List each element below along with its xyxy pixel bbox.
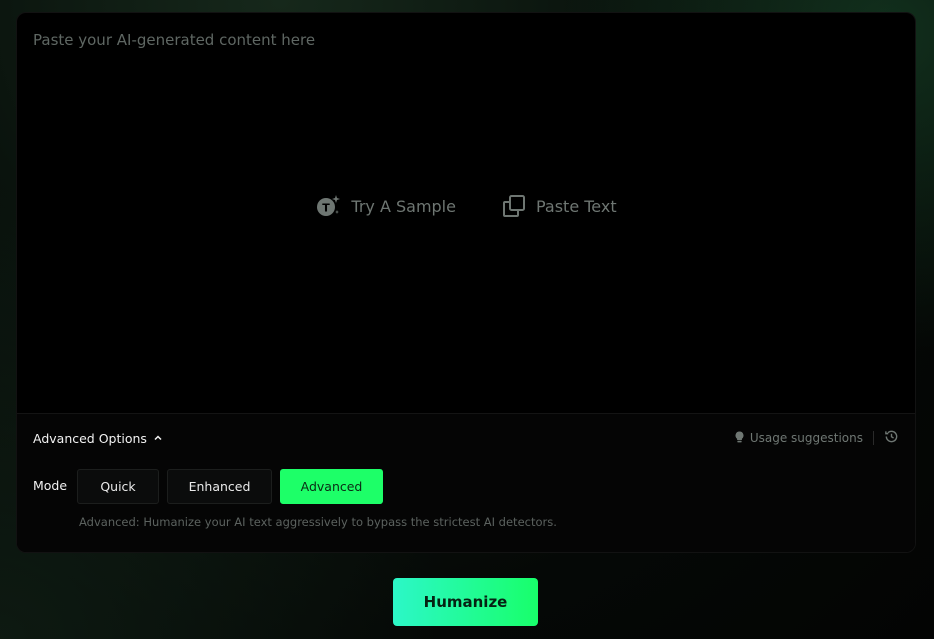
try-sample-label: Try A Sample xyxy=(351,196,456,216)
paste-text-button[interactable]: Paste Text xyxy=(502,193,617,219)
sparkle-t-icon: T xyxy=(315,193,341,219)
mode-selector: Mode Quick Enhanced Advanced xyxy=(33,469,383,504)
mode-advanced-button[interactable]: Advanced xyxy=(280,469,383,504)
usage-suggestions-label: Usage suggestions xyxy=(749,431,863,445)
options-header: Advanced Options Usage suggestions xyxy=(33,428,899,448)
editor-area: T Try A Sample Paste Text xyxy=(17,13,915,413)
advanced-options-toggle[interactable]: Advanced Options xyxy=(33,431,163,446)
paste-text-label: Paste Text xyxy=(535,196,617,216)
chevron-up-icon xyxy=(153,431,163,446)
mode-quick-button[interactable]: Quick xyxy=(77,469,159,504)
humanizer-card: T Try A Sample Paste Text xyxy=(16,12,916,553)
svg-text:T: T xyxy=(323,202,331,215)
advanced-options-label: Advanced Options xyxy=(33,430,147,446)
usage-suggestions-link[interactable]: Usage suggestions xyxy=(734,431,863,446)
options-tools: Usage suggestions xyxy=(734,429,899,448)
mode-label: Mode xyxy=(33,478,68,493)
mode-enhanced-button[interactable]: Enhanced xyxy=(167,469,272,504)
try-sample-button[interactable]: T Try A Sample xyxy=(315,193,456,219)
options-panel: Advanced Options Usage suggestions Mode … xyxy=(17,413,915,552)
history-button[interactable] xyxy=(884,429,899,448)
humanize-button[interactable]: Humanize xyxy=(393,578,538,626)
mode-description: Advanced: Humanize your AI text aggressi… xyxy=(79,515,557,529)
editor-quick-actions: T Try A Sample Paste Text xyxy=(17,193,915,219)
tools-divider xyxy=(873,431,874,445)
copy-icon xyxy=(502,194,526,218)
lightbulb-icon xyxy=(734,431,745,446)
history-icon xyxy=(884,429,899,448)
